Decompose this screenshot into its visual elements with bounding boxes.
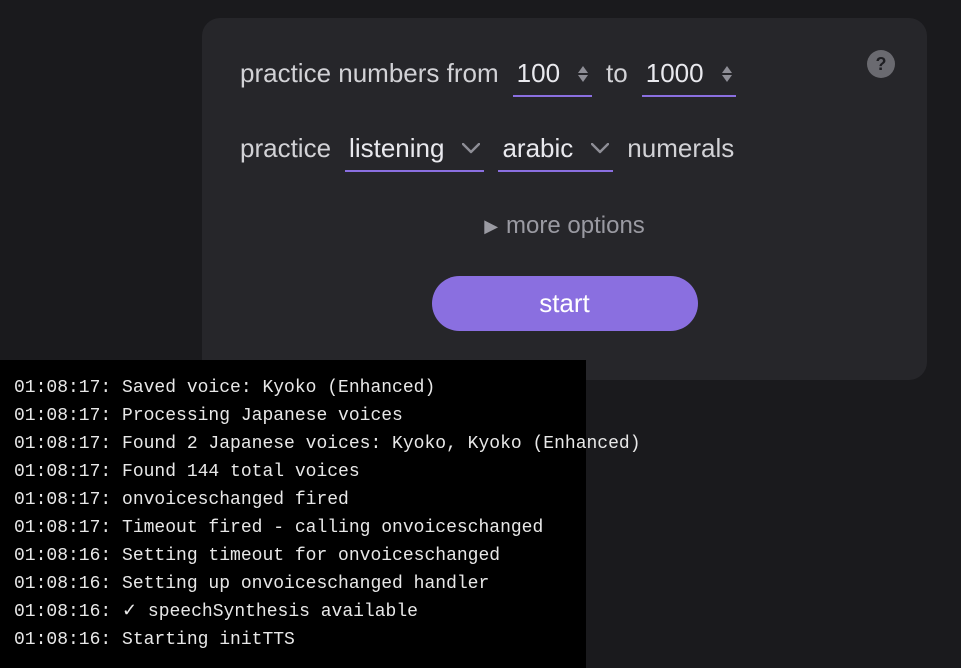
settings-card: ? practice numbers from 100 to 1000 prac… (202, 18, 927, 380)
start-button[interactable]: start (432, 276, 698, 331)
log-line: 01:08:17: onvoiceschanged fired (14, 486, 572, 514)
debug-console: 01:08:17: Saved voice: Kyoko (Enhanced) … (0, 360, 586, 668)
practice-label: practice (240, 133, 331, 164)
script-value: arabic (502, 133, 573, 164)
log-line: 01:08:17: Found 2 Japanese voices: Kyoko… (14, 430, 572, 458)
log-line: 01:08:17: Processing Japanese voices (14, 402, 572, 430)
range-row: practice numbers from 100 to 1000 (238, 58, 891, 97)
from-value: 100 (517, 58, 560, 89)
mode-select[interactable]: listening (345, 133, 484, 172)
chevron-down-icon (591, 143, 609, 154)
log-line: 01:08:17: Saved voice: Kyoko (Enhanced) (14, 374, 572, 402)
chevron-down-icon (462, 143, 480, 154)
practice-numbers-label: practice numbers from (240, 58, 499, 89)
to-value: 1000 (646, 58, 704, 89)
from-value-field[interactable]: 100 (513, 58, 592, 97)
stepper-icon (578, 66, 588, 82)
mode-row: practice listening arabic numerals (238, 133, 891, 172)
triangle-right-icon: ▶ (484, 216, 498, 237)
more-options-label: more options (506, 212, 645, 240)
log-line: 01:08:16: Setting up onvoiceschanged han… (14, 570, 572, 598)
to-value-field[interactable]: 1000 (642, 58, 736, 97)
help-button[interactable]: ? (867, 50, 895, 78)
mode-value: listening (349, 133, 444, 164)
start-label: start (539, 288, 590, 318)
script-select[interactable]: arabic (498, 133, 613, 172)
stepper-icon (722, 66, 732, 82)
numerals-label: numerals (627, 133, 734, 164)
more-options-toggle[interactable]: ▶ more options (238, 212, 891, 240)
log-line: 01:08:17: Found 144 total voices (14, 458, 572, 486)
log-line: 01:08:16: Starting initTTS (14, 626, 572, 654)
log-line: 01:08:16: Setting timeout for onvoicesch… (14, 542, 572, 570)
help-icon: ? (876, 54, 887, 75)
log-line: 01:08:17: Timeout fired - calling onvoic… (14, 514, 572, 542)
log-line: 01:08:16: ✓ speechSynthesis available (14, 598, 572, 626)
to-label: to (606, 58, 628, 89)
